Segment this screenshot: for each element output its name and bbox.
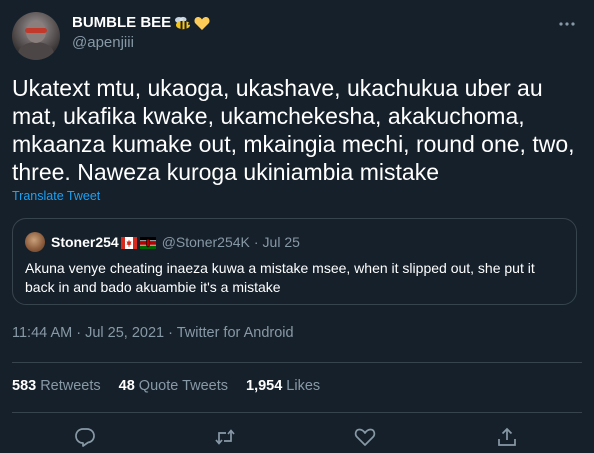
engagement-stats: 583 Retweets 48 Quote Tweets 1,954 Likes: [12, 378, 320, 394]
retweets-label: Retweets: [40, 378, 101, 394]
quoted-tweet-header: Stoner254 @Stoner254K · Jul 25: [25, 232, 300, 252]
retweet-icon[interactable]: [214, 426, 236, 448]
tweet-actions-bar: [0, 422, 594, 448]
author-handle[interactable]: @apenjiii: [72, 33, 210, 53]
more-options-icon[interactable]: [558, 16, 576, 26]
reply-icon[interactable]: [74, 426, 96, 448]
quoted-author-name: Stoner254: [51, 234, 119, 250]
likes-count: 1,954: [246, 378, 283, 394]
bee-icon: [174, 16, 191, 30]
quote-tweets-label: Quote Tweets: [138, 378, 228, 394]
author-name-block[interactable]: BUMBLE BEE @apenjiii: [72, 13, 210, 53]
like-icon[interactable]: [354, 426, 376, 448]
retweets-stat[interactable]: 583 Retweets: [12, 378, 101, 394]
kenya-flag-icon: [139, 236, 156, 249]
share-icon[interactable]: [496, 426, 518, 448]
quote-tweets-stat[interactable]: 48 Quote Tweets: [119, 378, 228, 394]
divider-top: [12, 362, 582, 363]
tweet-body-text: Ukatext mtu, ukaoga, ukashave, ukachukua…: [12, 75, 581, 185]
avatar-glasses-shape: [25, 28, 47, 33]
quoted-author-avatar: [25, 232, 45, 252]
canada-flag-icon: [120, 236, 137, 249]
quoted-tweet-card[interactable]: Stoner254 @Stoner254K · Jul 25 Akuna ven…: [12, 218, 577, 305]
yellow-heart-icon: [194, 16, 210, 31]
likes-label: Likes: [286, 378, 321, 394]
divider-bottom: [12, 412, 582, 413]
quoted-tweet-text: Akuna venye cheating inaeza kuwa a mista…: [25, 260, 535, 295]
quoted-author-handle: @Stoner254K: [161, 234, 250, 250]
tweet-header: BUMBLE BEE @apenjiii: [12, 8, 582, 60]
tweet-card: BUMBLE BEE @apenjiii Ukatext mtu, ukaoga…: [0, 0, 594, 448]
avatar-body-shape: [18, 42, 54, 60]
author-display-name[interactable]: BUMBLE BEE: [72, 13, 210, 33]
likes-stat[interactable]: 1,954 Likes: [246, 378, 320, 394]
tweet-timestamp[interactable]: 11:44 AM · Jul 25, 2021 · Twitter for An…: [12, 325, 294, 341]
translate-tweet-link[interactable]: Translate Tweet: [12, 189, 100, 203]
retweets-count: 583: [12, 378, 37, 394]
author-avatar[interactable]: [12, 12, 60, 60]
quote-tweets-count: 48: [118, 378, 135, 394]
quoted-date: Jul 25: [262, 234, 300, 250]
author-display-name-text: BUMBLE BEE: [72, 14, 172, 31]
quoted-separator: ·: [253, 234, 259, 250]
